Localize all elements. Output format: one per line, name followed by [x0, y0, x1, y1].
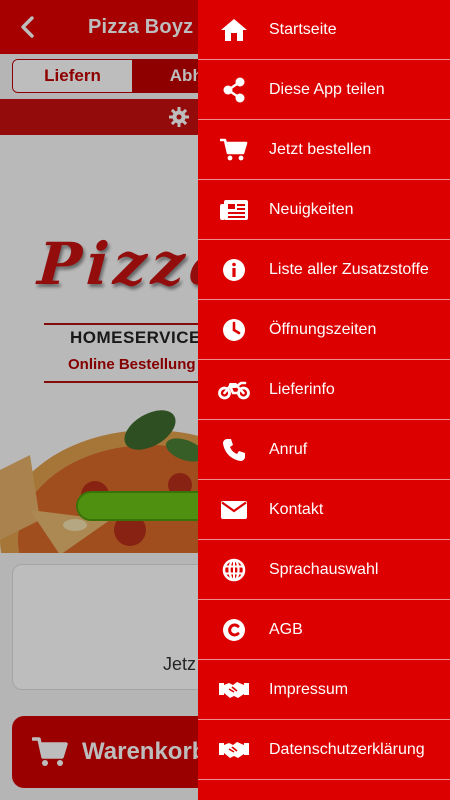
info-icon	[198, 240, 269, 300]
menu-item-startseite[interactable]: Startseite	[198, 0, 450, 60]
newspaper-icon	[198, 180, 269, 240]
menu-label: Anruf	[269, 440, 308, 458]
clock-icon	[198, 300, 269, 360]
cart-icon	[198, 120, 269, 180]
menu-label: Öffnungszeiten	[269, 320, 377, 338]
menu-label: Startseite	[269, 20, 337, 38]
menu-item-order-now[interactable]: Jetzt bestellen	[198, 120, 450, 180]
handshake-icon	[198, 660, 269, 720]
menu-item-language[interactable]: Sprachauswahl	[198, 540, 450, 600]
menu-label: AGB	[269, 620, 303, 638]
home-icon	[198, 0, 269, 60]
navigation-drawer: Startseite Diese App teilen Jetzt bestel…	[198, 0, 450, 800]
menu-item-privacy[interactable]: Datenschutzerklärung	[198, 720, 450, 780]
envelope-icon	[198, 480, 269, 540]
menu-label: Lieferinfo	[269, 380, 335, 398]
menu-item-call[interactable]: Anruf	[198, 420, 450, 480]
menu-item-terms[interactable]: AGB	[198, 600, 450, 660]
motorcycle-icon	[198, 360, 269, 420]
copyright-icon	[198, 600, 269, 660]
menu-label: Diese App teilen	[269, 80, 385, 98]
phone-icon	[198, 420, 269, 480]
menu-label: Kontakt	[269, 500, 324, 518]
menu-label: Impressum	[269, 680, 349, 698]
handshake-icon	[198, 720, 269, 780]
menu-label: Neuigkeiten	[269, 200, 354, 218]
menu-item-share[interactable]: Diese App teilen	[198, 60, 450, 120]
menu-label: Jetzt bestellen	[269, 140, 372, 158]
menu-item-contact[interactable]: Kontakt	[198, 480, 450, 540]
menu-item-opening-hours[interactable]: Öffnungszeiten	[198, 300, 450, 360]
globe-icon	[198, 540, 269, 600]
menu-label: Datenschutzerklärung	[269, 740, 425, 758]
share-icon	[198, 60, 269, 120]
menu-item-imprint[interactable]: Impressum	[198, 660, 450, 720]
menu-item-additives[interactable]: Liste aller Zusatzstoffe	[198, 240, 450, 300]
menu-label: Sprachauswahl	[269, 560, 379, 578]
menu-label: Liste aller Zusatzstoffe	[269, 260, 429, 278]
menu-item-delivery-info[interactable]: Lieferinfo	[198, 360, 450, 420]
menu-item-news[interactable]: Neuigkeiten	[198, 180, 450, 240]
